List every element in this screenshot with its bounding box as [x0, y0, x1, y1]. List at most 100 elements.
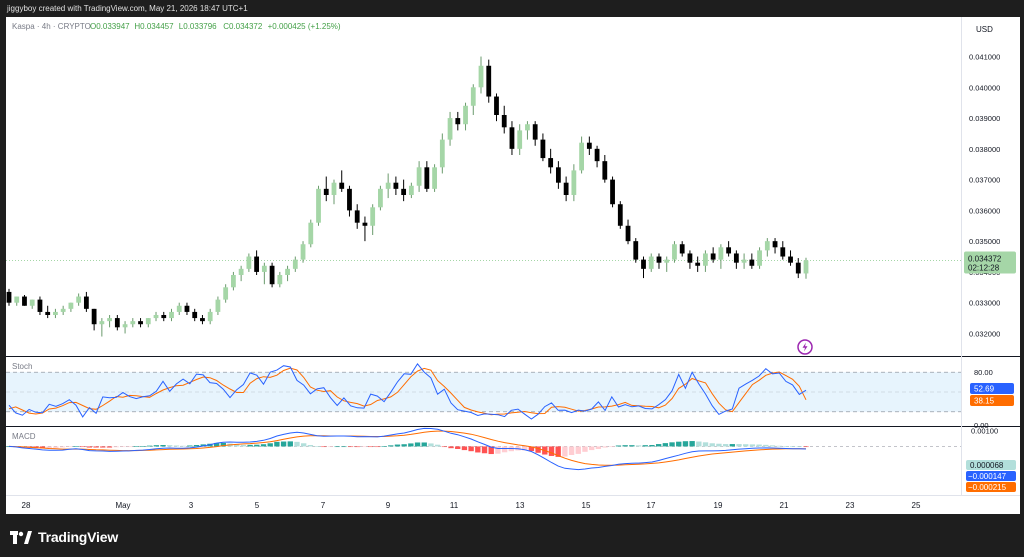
macd-histogram-bar [428, 443, 434, 447]
chart-svg[interactable]: Kaspa · 4h · CRYPTO O0.033947 H0.034457 L0.… [6, 17, 1020, 514]
candle-body [331, 182, 337, 195]
macd-histogram-bar [301, 443, 307, 447]
candle-body [99, 321, 105, 325]
candle-body [323, 188, 329, 195]
macd-histogram-bar [314, 446, 320, 447]
candle-body [525, 124, 530, 131]
macd-histogram-bar [789, 446, 796, 447]
macd-histogram-bar [716, 443, 722, 447]
candle-body [230, 275, 236, 288]
candle-body [795, 262, 801, 274]
bar-countdown: 02:12:28 [968, 264, 1000, 273]
stoch-title: Stoch [12, 362, 32, 371]
legend-ohlc-value: O0.033947 [90, 22, 130, 31]
candle-body [107, 318, 112, 322]
candle-body [285, 268, 290, 275]
price-tick-label: 0.036000 [969, 206, 1000, 215]
macd-histogram-bar [783, 446, 789, 447]
macd-histogram-bar [662, 443, 669, 447]
macd-histogram-bar [481, 446, 488, 454]
price-tick-label: 0.039000 [969, 114, 1000, 123]
candle-body [370, 207, 376, 226]
candle-body [138, 321, 143, 325]
footer: TradingView [0, 518, 1024, 557]
macd-histogram-bar [434, 444, 441, 447]
macd-histogram-bar [240, 444, 247, 447]
macd-histogram-bar [254, 444, 260, 447]
macd-tick-label: 0.00100 [971, 427, 998, 436]
macd-histogram-bar [448, 446, 454, 449]
candle-body [803, 260, 809, 274]
macd-histogram-bar [173, 445, 180, 447]
candle-body [347, 188, 352, 211]
alert-lightning-icon[interactable] [797, 339, 813, 355]
macd-histogram-bar [495, 446, 501, 454]
candle-body [695, 262, 701, 266]
candle-body [416, 167, 422, 186]
macd-histogram-bar [327, 446, 334, 448]
macd-histogram-bar [475, 446, 481, 453]
candle-body [664, 259, 670, 263]
legend-symbol: Kaspa · 4h · CRYPTO [12, 22, 91, 31]
candle-body [408, 185, 414, 195]
time-tick-label: 21 [780, 501, 789, 510]
candle-body [277, 275, 283, 285]
candle-body [91, 308, 97, 325]
candle-body [703, 253, 708, 266]
candle-body [679, 244, 685, 254]
price-tick-label: 0.037000 [969, 176, 1000, 185]
macd-histogram-bar [267, 443, 273, 447]
macd-histogram-bar [153, 445, 160, 447]
candle-body [200, 318, 205, 322]
candle-body [432, 167, 437, 189]
macd-histogram-bar [146, 445, 153, 447]
candle-body [339, 182, 345, 189]
macd-histogram-bar [367, 446, 374, 448]
macd-histogram-bar [421, 442, 427, 447]
macd-histogram-bar [589, 446, 595, 451]
candle-body [788, 256, 793, 263]
candle-body [571, 170, 577, 195]
candle-body [656, 256, 662, 263]
macd-histogram-bar [59, 446, 66, 448]
chart-area[interactable]: Kaspa · 4h · CRYPTO O0.033947 H0.034457 L0.… [6, 17, 1020, 514]
candle-body [555, 167, 561, 183]
candle-body [60, 308, 66, 312]
macd-histogram-bar [126, 446, 133, 448]
candle-body [45, 311, 51, 315]
candle-body [269, 265, 275, 285]
candle-body [494, 96, 499, 115]
macd-hist-value: 0.000068 [970, 461, 1004, 470]
candle-body [37, 299, 43, 312]
tradingview-logo[interactable]: TradingView [10, 526, 118, 548]
macd-histogram-bar [455, 446, 461, 449]
macd-histogram-bar [341, 446, 347, 448]
macd-histogram-bar [743, 444, 749, 447]
macd-histogram-bar [635, 445, 642, 447]
macd-histogram-bar [113, 446, 119, 448]
price-tick-label: 0.032000 [969, 329, 1000, 338]
macd-histogram-bar [280, 441, 287, 447]
candle-body [362, 222, 368, 226]
macd-histogram-bar [501, 446, 508, 453]
candle-body [6, 291, 12, 303]
legend-ohlc-value: C0.034372 [223, 22, 263, 31]
candle-body [184, 305, 190, 312]
macd-histogram-bar [180, 445, 186, 447]
macd-histogram-bar [803, 446, 809, 448]
macd-histogram-bar [307, 445, 314, 447]
macd-histogram-bar [354, 446, 360, 448]
macd-signal-line [8, 430, 806, 466]
candle-body [68, 302, 74, 309]
tradingview-logo-icon [10, 530, 32, 544]
macd-histogram-bar [796, 446, 802, 448]
candle-body [29, 299, 35, 306]
candle-body [385, 182, 391, 189]
macd-histogram-bar [763, 444, 769, 447]
macd-histogram-bar [649, 445, 655, 447]
candle-body [463, 105, 468, 125]
macd-histogram-bar [79, 446, 86, 448]
macd-histogram-bar [401, 444, 407, 447]
macd-histogram-bar [66, 446, 72, 448]
candle-body [733, 253, 739, 263]
